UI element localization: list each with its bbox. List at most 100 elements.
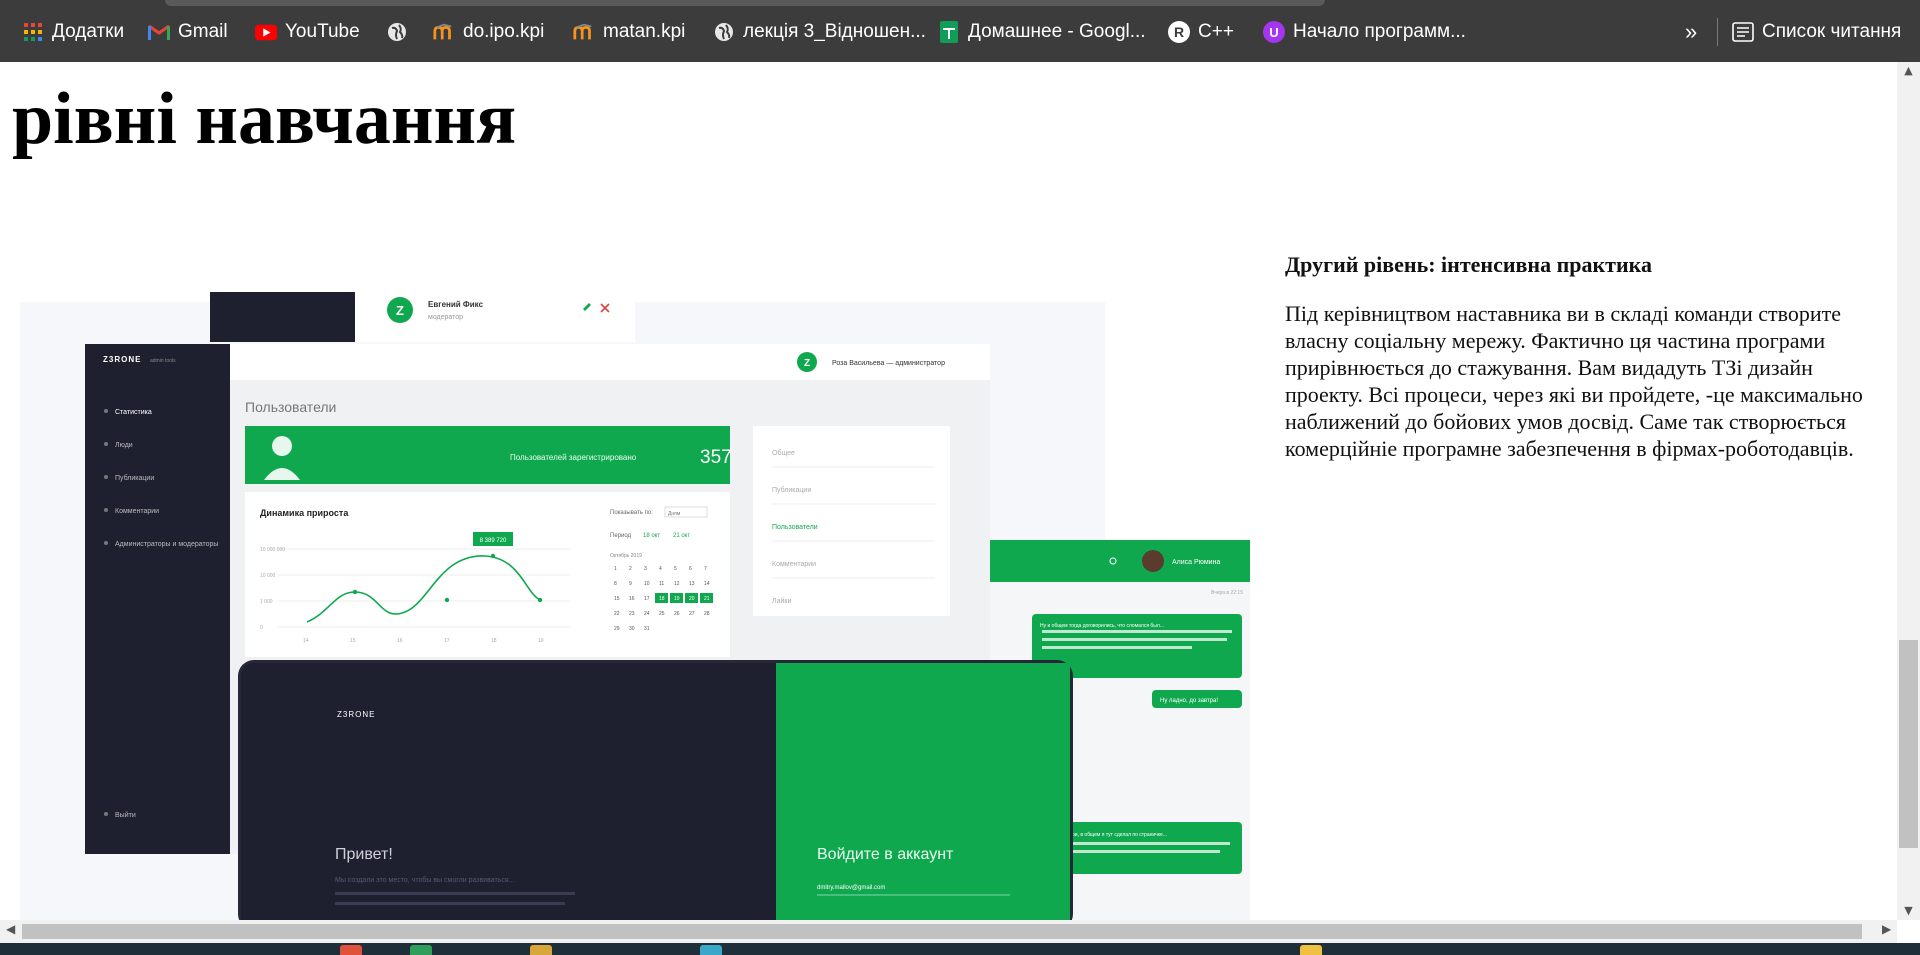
svg-text:Публикации: Публикации [115, 474, 154, 482]
svg-text:Публикации: Публикации [772, 486, 811, 494]
calendar-day: 9 [629, 581, 632, 587]
reading-list-button[interactable]: Список читання [1732, 16, 1901, 48]
svg-text:Вчера в 22:15: Вчера в 22:15 [1211, 590, 1243, 596]
scroll-left-arrow-icon[interactable]: ◀ [6, 922, 15, 936]
horizontal-scroll-thumb[interactable] [22, 924, 1862, 939]
svg-text:16: 16 [397, 638, 403, 644]
calendar-day: 22 [614, 611, 620, 617]
svg-text:Пользователи: Пользователи [772, 524, 818, 531]
svg-text:Общее: Общее [772, 449, 795, 457]
bookmark-label: Gmail [178, 21, 228, 42]
calendar-day: 12 [674, 581, 680, 587]
taskbar [0, 943, 1920, 955]
svg-text:admin tools: admin tools [150, 358, 176, 364]
bookmark-gmail[interactable]: Gmail [148, 16, 228, 48]
svg-text:15: 15 [350, 638, 356, 644]
youtube-icon [255, 21, 277, 43]
bookmark-program-start[interactable]: U Начало программ... [1263, 16, 1466, 48]
svg-text:0: 0 [260, 625, 263, 631]
svg-text:Ну ладно, до завтра!: Ну ладно, до завтра! [1160, 698, 1218, 704]
bookmark-google-sheets[interactable]: Домашнее - Googl... [938, 16, 1146, 48]
svg-text:Комментарии: Комментарии [115, 508, 159, 515]
svg-text:Пользователей зарегистрировано: Пользователей зарегистрировано [510, 453, 637, 462]
svg-text:Смотри, в общем я тут сделал п: Смотри, в общем я тут сделал по страничк… [1060, 832, 1167, 838]
bookmark-globe[interactable] [386, 16, 408, 48]
svg-text:18: 18 [491, 638, 497, 644]
bookmark-label: C++ [1198, 21, 1234, 42]
bookmark-youtube[interactable]: YouTube [255, 16, 360, 48]
bookmark-label: Домашнее - Googl... [968, 21, 1146, 42]
taskbar-app-icon[interactable] [340, 945, 362, 955]
calendar-day: 24 [644, 611, 650, 617]
page-heading: рівні навчання [12, 78, 517, 160]
u-badge-icon: U [1263, 21, 1285, 43]
level-two-section: Другий рівень: інтенсивна практика Під к… [1285, 252, 1877, 462]
svg-text:10 000: 10 000 [260, 573, 276, 579]
globe-icon [386, 21, 408, 43]
svg-text:Z3RONE: Z3RONE [337, 710, 375, 719]
svg-text:8 389 720: 8 389 720 [480, 538, 507, 544]
gmail-icon [148, 21, 170, 43]
page-content: рівні навчання Z Евгений Фикс модератор … [0, 62, 1897, 920]
bookmark-do-ipo-kpi[interactable]: do.ipo.kpi [433, 16, 544, 48]
bookmark-cpp[interactable]: R C++ [1168, 16, 1234, 48]
calendar-day: 8 [614, 581, 617, 587]
hero-image: Z Евгений Фикс модератор Z3RONE admin to… [0, 282, 1260, 920]
svg-text:Алиса Рюмина: Алиса Рюмина [1172, 559, 1220, 566]
svg-text:Привет!: Привет! [335, 846, 393, 863]
globe-icon [713, 21, 735, 43]
calendar-day: 31 [644, 626, 650, 632]
svg-text:21 окт: 21 окт [673, 533, 690, 539]
calendar-day: 15 [614, 596, 620, 602]
svg-text:Пользователи: Пользователи [245, 399, 336, 415]
calendar-day: 23 [629, 611, 635, 617]
svg-text:R: R [1174, 24, 1184, 40]
moodle-icon [433, 21, 455, 43]
reading-list-icon [1732, 21, 1754, 43]
moderator-role: модератор [428, 314, 463, 321]
scroll-down-arrow-icon[interactable]: ▼ [1897, 904, 1920, 917]
calendar-day: 3 [644, 566, 647, 572]
svg-text:U: U [1269, 25, 1278, 40]
bookmark-label: Начало программ... [1293, 21, 1466, 42]
scroll-right-arrow-icon[interactable]: ▶ [1882, 922, 1891, 936]
svg-text:Выйти: Выйти [115, 811, 136, 819]
google-sheets-icon [938, 21, 960, 43]
bookmark-lecture[interactable]: лекція 3_Відношен... [713, 16, 926, 48]
scroll-up-arrow-icon[interactable]: ▲ [1897, 64, 1920, 77]
calendar-day: 2 [629, 566, 632, 572]
svg-text:357: 357 [700, 447, 732, 468]
svg-text:Z: Z [804, 358, 810, 369]
moodle-icon [573, 21, 595, 43]
bookmark-apps[interactable]: Додатки [22, 16, 124, 48]
svg-text:Люди: Люди [115, 442, 133, 449]
svg-text:Комментарии: Комментарии [772, 561, 816, 568]
bookmark-matan-kpi[interactable]: matan.kpi [573, 16, 685, 48]
calendar-day: 19 [674, 596, 680, 602]
svg-text:Z: Z [396, 303, 404, 318]
calendar-day: 18 [659, 596, 665, 602]
svg-text:18 окт: 18 окт [643, 533, 660, 539]
calendar-day: 10 [644, 581, 650, 587]
taskbar-app-icon[interactable] [410, 945, 432, 955]
svg-text:Z3RONE: Z3RONE [103, 355, 141, 364]
taskbar-app-icon[interactable] [530, 945, 552, 955]
taskbar-app-icon[interactable] [700, 945, 722, 955]
calendar-day: 5 [674, 566, 677, 572]
bookmark-label: Додатки [52, 21, 125, 42]
svg-text:Динамика прироста: Динамика прироста [260, 508, 349, 518]
calendar-day: 26 [674, 611, 680, 617]
taskbar-app-icon[interactable] [1300, 945, 1322, 955]
svg-text:Статистика: Статистика [115, 409, 152, 416]
svg-text:Лайки: Лайки [772, 597, 791, 605]
reading-list-label: Список читання [1762, 21, 1902, 42]
svg-text:Дням: Дням [668, 511, 681, 517]
r-badge-icon: R [1168, 21, 1190, 43]
svg-text:Октябрь 2019: Октябрь 2019 [610, 553, 642, 559]
svg-text:10 000 000: 10 000 000 [260, 547, 285, 553]
bookmark-label: лекція 3_Відношен... [743, 21, 926, 42]
svg-text:14: 14 [303, 638, 309, 644]
vertical-scroll-thumb[interactable] [1899, 640, 1918, 848]
bookmarks-overflow-button[interactable]: » [1685, 16, 1697, 48]
calendar-day: 16 [629, 596, 635, 602]
